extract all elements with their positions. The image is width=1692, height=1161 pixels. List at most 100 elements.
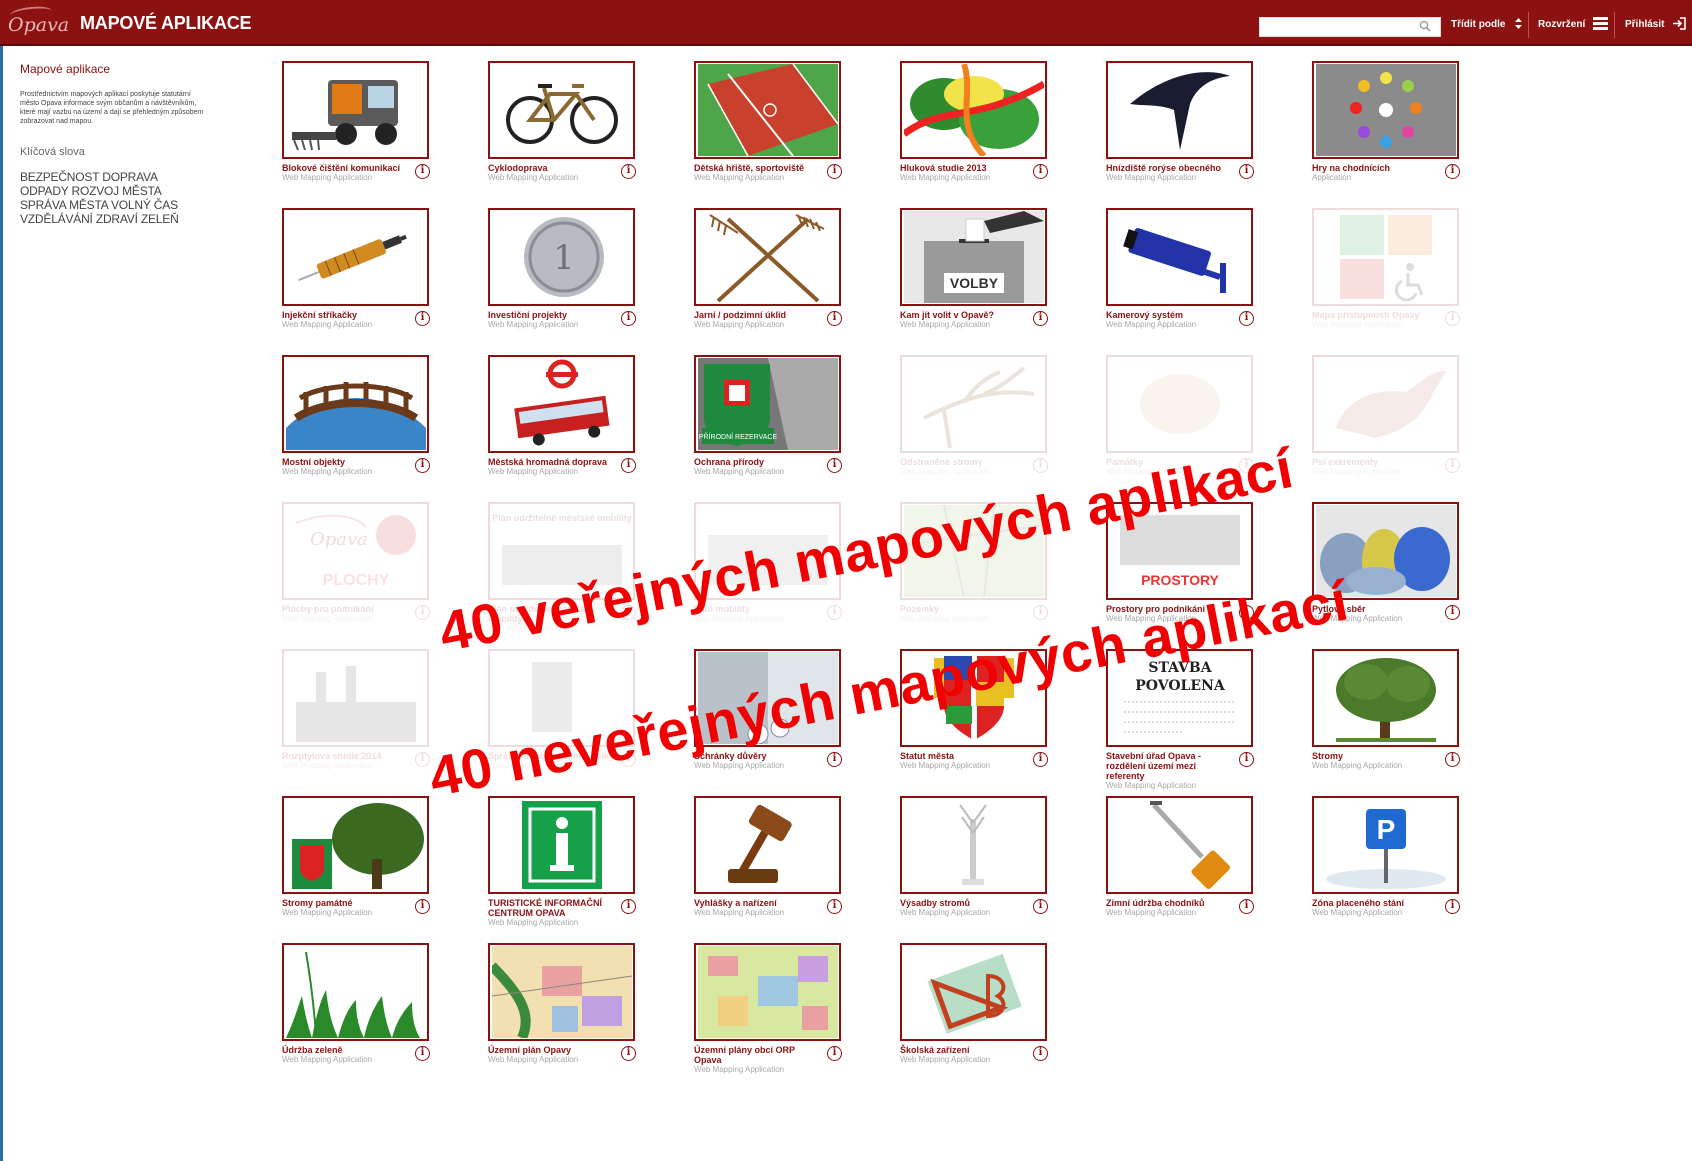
plochy-icon[interactable]: Opava PLOCHY	[282, 502, 429, 600]
memorial-tree-icon[interactable]	[282, 796, 429, 894]
bicycle-icon[interactable]	[488, 61, 635, 159]
app-name[interactable]: Památky	[1106, 457, 1234, 467]
app-title-link[interactable]: Cyklodoprava Web Mapping Application	[488, 163, 616, 183]
app-title-link[interactable]: Investiční projekty Web Mapping Applicati…	[488, 310, 616, 330]
grass-icon[interactable]	[282, 943, 429, 1041]
login-button[interactable]: Přihlásit	[1625, 17, 1687, 32]
info-icon[interactable]: i	[1445, 605, 1460, 620]
app-tile[interactable]: Hnízdiště rorýse obecného Web Mapping App…	[1106, 61, 1306, 201]
app-tile[interactable]: Údržba zeleně Web Mapping Application i	[282, 943, 482, 1083]
app-name[interactable]: Územní plány obcí ORP Opava	[694, 1045, 822, 1065]
info-icon[interactable]: i	[415, 164, 430, 179]
app-title-link[interactable]: Rozptylová studie 2014 Web Mapping Applic…	[282, 751, 410, 771]
app-tile[interactable]: 1 Investiční projekty Web Mapping Applicat…	[488, 208, 688, 348]
app-title-link[interactable]: Školská zařízení Web Mapping Application	[900, 1045, 1028, 1065]
info-icon[interactable]: i	[1239, 311, 1254, 326]
info-icon[interactable]: i	[827, 164, 842, 179]
camera-icon[interactable]	[1106, 208, 1253, 306]
info-icon[interactable]: i	[827, 899, 842, 914]
nature-reserve-icon[interactable]: PŘÍRODNÍ REZERVACE	[694, 355, 841, 453]
sports-field-icon[interactable]	[694, 61, 841, 159]
app-name[interactable]: Mostní objekty	[282, 457, 410, 467]
app-title-link[interactable]: Hnízdiště rorýse obecného Web Mapping App…	[1106, 163, 1234, 183]
app-title-link[interactable]: Stromy památné Web Mapping Application	[282, 898, 410, 918]
mobility-plan-icon[interactable]: Plán udržitelné městské mobility	[488, 502, 635, 600]
info-icon[interactable]: i	[1239, 899, 1254, 914]
app-tile[interactable]: Hry na chodnících Application i	[1312, 61, 1512, 201]
app-tile[interactable]: Hluková studie 2013 Web Mapping Applicati…	[900, 61, 1100, 201]
app-name[interactable]: Plán udržitelné městské mobility	[488, 604, 616, 624]
info-icon[interactable]: i	[1239, 605, 1254, 620]
info-icon[interactable]: i	[1033, 458, 1048, 473]
app-title-link[interactable]: Městská hromadná doprava Web Mapping Appl…	[488, 457, 616, 477]
app-title-link[interactable]: Odstraněné stromy Web Mapping Application	[900, 457, 1028, 477]
app-tile[interactable]: Kamerový systém Web Mapping Application i	[1106, 208, 1306, 348]
coin-icon[interactable]: 1	[488, 208, 635, 306]
app-title-link[interactable]: Plán mobility Web Mapping Application	[694, 604, 822, 624]
shovel-icon[interactable]	[1106, 796, 1253, 894]
app-tile[interactable]: Pytlový sběr Web Mapping Application i	[1312, 502, 1512, 642]
app-name[interactable]: Správní úřady a územní celky	[488, 751, 616, 761]
app-name[interactable]: Kam jít volit v Opavě?	[900, 310, 1028, 320]
search-icon[interactable]	[1419, 20, 1431, 32]
keywords-list[interactable]: BEZPEČNOST DOPRAVA ODPADY ROZVOJ MĚSTA S…	[20, 170, 190, 226]
dog-icon[interactable]	[1312, 355, 1459, 453]
syringe-icon[interactable]	[282, 208, 429, 306]
app-title-link[interactable]: Blokové čištění komunikací Web Mapping Ap…	[282, 163, 410, 183]
app-tile[interactable]: Odstraněné stromy Web Mapping Application…	[900, 355, 1100, 495]
app-name[interactable]: Mapa přístupnosti Opavy	[1312, 310, 1440, 320]
app-title-link[interactable]: Územní plán Opavy Web Mapping Application	[488, 1045, 616, 1065]
info-icon[interactable]: i	[1033, 899, 1048, 914]
app-title-link[interactable]: Hluková studie 2013 Web Mapping Applicati…	[900, 163, 1028, 183]
info-icon[interactable]: i	[827, 311, 842, 326]
app-tile[interactable]: Mapa přístupnosti Opavy Web Mapping Appli…	[1312, 208, 1512, 348]
monument-icon[interactable]	[1106, 355, 1253, 453]
app-title-link[interactable]: Plán udržitelné městské mobility Web Mapp…	[488, 604, 616, 634]
app-title-link[interactable]: Územní plány obcí ORP Opava Web Mapping A…	[694, 1045, 822, 1075]
app-tile[interactable]: Vyhlášky a nařízení Web Mapping Applicati…	[694, 796, 894, 936]
app-title-link[interactable]: Vyhlášky a nařízení Web Mapping Applicati…	[694, 898, 822, 918]
info-icon[interactable]: i	[621, 311, 636, 326]
app-tile[interactable]: PROSTORY Prostory pro podnikání Web Mappin…	[1106, 502, 1306, 642]
app-tile[interactable]: Injekční stříkačky Web Mapping Applicatio…	[282, 208, 482, 348]
sidewalk-game-icon[interactable]	[1312, 61, 1459, 159]
app-name[interactable]: Prostory pro podnikání	[1106, 604, 1234, 614]
app-name[interactable]: Hluková studie 2013	[900, 163, 1028, 173]
app-title-link[interactable]: Správní úřady a územní celky Web Mapping …	[488, 751, 616, 771]
gavel-icon[interactable]	[694, 796, 841, 894]
app-tile[interactable]: PŘÍRODNÍ REZERVACE Ochrana přírody Web Map…	[694, 355, 894, 495]
info-icon[interactable]: i	[1445, 311, 1460, 326]
info-icon[interactable]: i	[1033, 311, 1048, 326]
set-square-icon[interactable]	[900, 943, 1047, 1041]
info-icon[interactable]: i	[621, 752, 636, 767]
info-icon[interactable]: i	[415, 899, 430, 914]
app-title-link[interactable]: Zimní údržba chodníků Web Mapping Applica…	[1106, 898, 1234, 918]
app-name[interactable]: Územní plán Opavy	[488, 1045, 616, 1055]
app-name[interactable]: Pozemky	[900, 604, 1028, 614]
info-icon[interactable]: i	[827, 458, 842, 473]
parcels-icon[interactable]	[900, 502, 1047, 600]
app-tile[interactable]: Městská hromadná doprava Web Mapping Appl…	[488, 355, 688, 495]
app-tile[interactable]: Cyklodoprava Web Mapping Application i	[488, 61, 688, 201]
building-permit-icon[interactable]: STAVBA POVOLENA	[1106, 649, 1253, 747]
app-name[interactable]: Jarní / podzimní úklid	[694, 310, 822, 320]
info-icon[interactable]: i	[1239, 164, 1254, 179]
app-name[interactable]: Stromy památné	[282, 898, 410, 908]
info-sign-icon[interactable]	[488, 796, 635, 894]
app-tile[interactable]: Stromy Web Mapping Application i	[1312, 649, 1512, 789]
app-tile[interactable]: Mostní objekty Web Mapping Application i	[282, 355, 482, 495]
info-icon[interactable]: i	[621, 899, 636, 914]
opava-logo[interactable]: Opava	[8, 4, 70, 38]
app-title-link[interactable]: Ochrana přírody Web Mapping Application	[694, 457, 822, 477]
app-name[interactable]: Injekční stříkačky	[282, 310, 410, 320]
factory-icon[interactable]	[282, 649, 429, 747]
tree-icon[interactable]	[1312, 649, 1459, 747]
app-name[interactable]: Psí exkrementy	[1312, 457, 1440, 467]
app-tile[interactable]: Výsadby stromů Web Mapping Application i	[900, 796, 1100, 936]
app-tile[interactable]: Plán mobility Web Mapping Application i	[694, 502, 894, 642]
bags-icon[interactable]	[1312, 502, 1459, 600]
app-name[interactable]: Stavební úřad Opava - rozdělení území me…	[1106, 751, 1234, 781]
info-icon[interactable]: i	[621, 605, 636, 620]
street-sweeper-icon[interactable]	[282, 61, 429, 159]
app-name[interactable]: Zóna placeného stání	[1312, 898, 1440, 908]
